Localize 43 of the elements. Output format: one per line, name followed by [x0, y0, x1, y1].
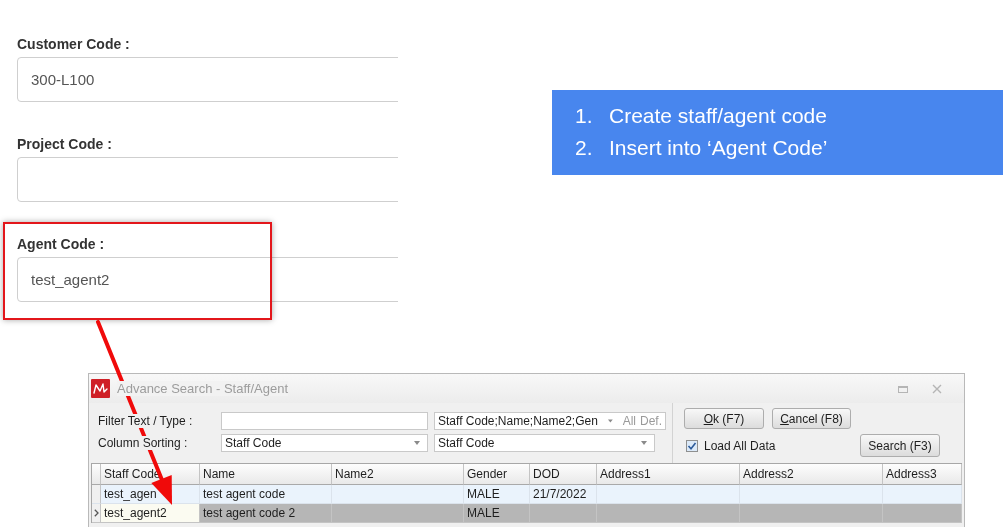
caret-icon: [641, 441, 647, 445]
row-indicator-cell[interactable]: [92, 485, 101, 504]
filter-input[interactable]: [221, 412, 428, 430]
list-number: 2.: [575, 135, 594, 161]
column-header[interactable]: Name2: [332, 464, 464, 485]
filter-label: Filter Text / Type :: [98, 414, 193, 428]
column-header[interactable]: Address1: [597, 464, 740, 485]
sort-dropdown[interactable]: Staff Code: [434, 434, 655, 452]
checkbox[interactable]: [686, 439, 698, 452]
table-cell: MALE: [464, 504, 530, 523]
ok-button[interactable]: Ok (F7): [684, 408, 764, 429]
table-row[interactable]: test_agent2 test agent code 2 MALE: [92, 504, 962, 523]
row-indicator-cell[interactable]: [92, 504, 101, 523]
app-logo-icon: [91, 379, 110, 398]
caret-icon: [607, 419, 613, 423]
column-header[interactable]: Name: [200, 464, 332, 485]
table-cell: test_agent2: [101, 504, 200, 523]
column-header[interactable]: Gender: [464, 464, 530, 485]
column-header[interactable]: Address2: [740, 464, 883, 485]
checkbox-label: Load All Data: [704, 438, 776, 453]
column-header[interactable]: DOD: [530, 464, 597, 485]
text-input[interactable]: 300-L100: [17, 57, 398, 102]
text-input[interactable]: [17, 157, 398, 202]
sort-dropdown[interactable]: Staff Code: [221, 434, 428, 452]
field-label: Agent Code :: [17, 236, 106, 253]
close-icon[interactable]: [932, 383, 942, 394]
sorting-label: Column Sorting :: [98, 436, 188, 450]
cancel-button[interactable]: Cancel (F8): [772, 408, 851, 429]
maximize-icon[interactable]: [898, 383, 908, 394]
column-header[interactable]: Address3: [883, 464, 962, 485]
table-cell: test agent code 2: [200, 504, 332, 523]
list-text: Create staff/agent code: [609, 103, 827, 129]
window-title: Advance Search - Staff/Agent: [117, 381, 289, 396]
field-label: Customer Code :: [17, 36, 131, 53]
table-row[interactable]: test_agen test agent code MALE 21/7/2022: [92, 485, 962, 504]
row-indicator-icon: [93, 509, 99, 517]
search-button[interactable]: Search (F3): [860, 434, 940, 457]
list-number: 1.: [575, 103, 594, 129]
field-label: Project Code :: [17, 136, 113, 153]
caret-icon: [414, 441, 420, 445]
text-input[interactable]: test_agent2: [17, 257, 398, 302]
list-text: Insert into ‘Agent Code’: [609, 135, 828, 161]
row-indicator-header: [92, 464, 101, 485]
